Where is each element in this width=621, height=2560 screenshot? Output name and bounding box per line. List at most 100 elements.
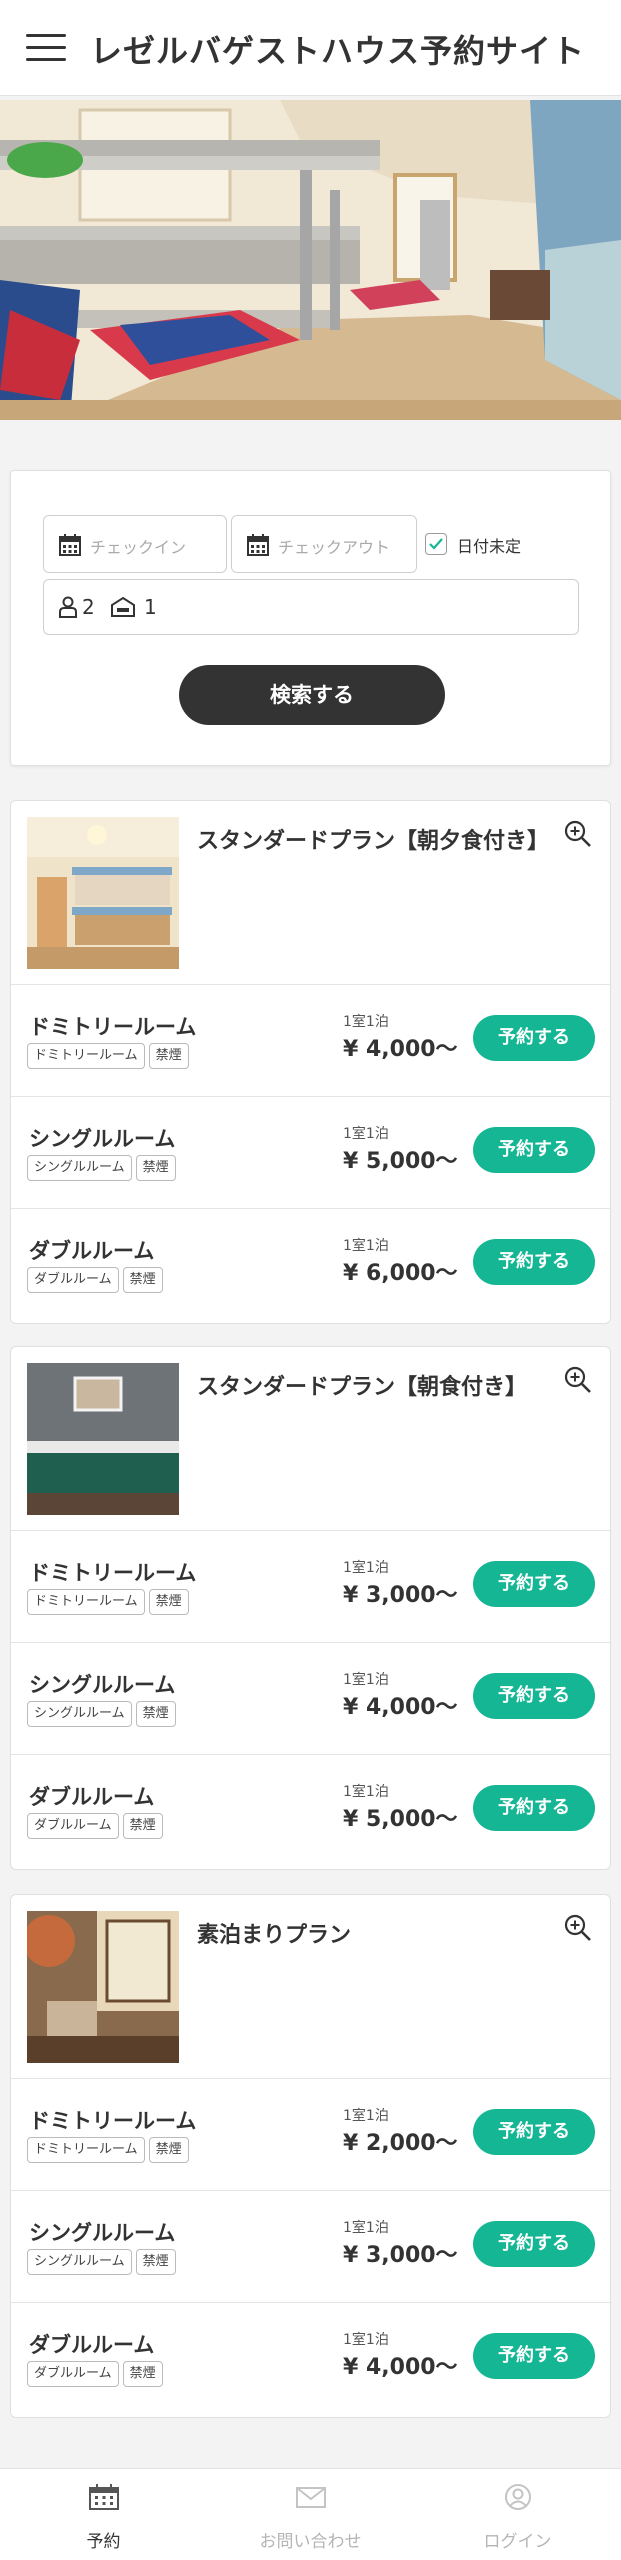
plan-image[interactable] — [27, 1363, 179, 1515]
book-button[interactable]: 予約する — [473, 1127, 595, 1173]
room-name: シングルルーム — [29, 2221, 176, 2245]
book-button[interactable]: 予約する — [473, 1561, 595, 1607]
per-night-label: 1室1泊 — [343, 1784, 389, 1800]
room-name: シングルルーム — [29, 1673, 176, 1697]
zoom-in-icon[interactable] — [563, 819, 593, 849]
room-name: ダブルルーム — [29, 1239, 155, 1263]
guests-rooms-field[interactable]: 2 1 — [43, 579, 579, 635]
checkout-field[interactable]: チェックアウト — [231, 515, 417, 573]
room-count: 1 — [144, 595, 157, 619]
room-price: ¥ 6,000〜 — [343, 1261, 458, 1286]
book-button[interactable]: 予約する — [473, 2333, 595, 2379]
room-tag: ドミトリールーム — [27, 1589, 145, 1615]
bottom-nav: 予約 お問い合わせ ログイン — [0, 2468, 621, 2560]
room-price: ¥ 4,000〜 — [343, 1037, 458, 1062]
plan-title: 素泊まりプラン — [197, 1923, 352, 1948]
per-night-label: 1室1泊 — [343, 1126, 389, 1142]
plan-header: 素泊まりプラン — [11, 1895, 610, 2079]
room-tag: 禁煙 — [122, 1267, 163, 1293]
calendar-icon — [247, 534, 269, 556]
book-button[interactable]: 予約する — [473, 1785, 595, 1831]
room-tags: ダブルルーム 禁煙 — [27, 1813, 167, 1839]
room-tag: 禁煙 — [148, 1043, 189, 1069]
per-night-label: 1室1泊 — [343, 1238, 389, 1254]
room-name: ドミトリールーム — [29, 1015, 197, 1039]
room-tag: ドミトリールーム — [27, 1043, 145, 1069]
room-price: ¥ 4,000〜 — [343, 1695, 458, 1720]
nav-reservation[interactable]: 予約 — [0, 2469, 207, 2560]
per-night-label: 1室1泊 — [343, 2220, 389, 2236]
room-tag: ダブルルーム — [27, 2361, 119, 2387]
nav-contact[interactable]: お問い合わせ — [207, 2469, 414, 2560]
plan-card: スタンダードプラン【朝食付き】 ドミトリールーム ドミトリールーム 禁煙 1室1泊 ¥ 3… — [10, 1346, 611, 1870]
date-undecided-label: 日付未定 — [457, 537, 522, 556]
room-row: シングルルーム シングルルーム 禁煙 1室1泊 ¥ 5,000〜 予約する — [11, 1097, 610, 1209]
room-tag: 禁煙 — [148, 2137, 189, 2163]
room-row: ダブルルーム ダブルルーム 禁煙 1室1泊 ¥ 4,000〜 予約する — [11, 2303, 610, 2415]
room-row: ダブルルーム ダブルルーム 禁煙 1室1泊 ¥ 5,000〜 予約する — [11, 1755, 610, 1867]
per-night-label: 1室1泊 — [343, 1014, 389, 1030]
nav-label: お問い合わせ — [259, 2532, 362, 2552]
zoom-in-icon[interactable] — [563, 1365, 593, 1395]
room-tags: ドミトリールーム 禁煙 — [27, 1589, 193, 1615]
room-price: ¥ 5,000〜 — [343, 1807, 458, 1832]
person-icon — [59, 596, 77, 618]
book-button[interactable]: 予約する — [473, 1673, 595, 1719]
room-tag: ダブルルーム — [27, 1267, 119, 1293]
per-night-label: 1室1泊 — [343, 2108, 389, 2124]
book-button[interactable]: 予約する — [473, 1239, 595, 1285]
room-name: シングルルーム — [29, 1127, 176, 1151]
date-undecided-checkbox[interactable] — [425, 533, 447, 555]
user-icon — [505, 2484, 531, 2510]
plan-header: スタンダードプラン【朝食付き】 — [11, 1347, 610, 1531]
room-tag: シングルルーム — [27, 1701, 132, 1727]
hamburger-menu-icon[interactable] — [26, 34, 66, 62]
room-price: ¥ 3,000〜 — [343, 2243, 458, 2268]
room-tag: シングルルーム — [27, 2249, 132, 2275]
room-row: ドミトリールーム ドミトリールーム 禁煙 1室1泊 ¥ 3,000〜 予約する — [11, 1531, 610, 1643]
search-button[interactable]: 検索する — [179, 665, 445, 725]
room-tag: 禁煙 — [122, 1813, 163, 1839]
plan-title: スタンダードプラン【朝食付き】 — [197, 1375, 528, 1400]
room-name: ダブルルーム — [29, 2333, 155, 2357]
room-row: ドミトリールーム ドミトリールーム 禁煙 1室1泊 ¥ 4,000〜 予約する — [11, 985, 610, 1097]
room-row: シングルルーム シングルルーム 禁煙 1室1泊 ¥ 3,000〜 予約する — [11, 2191, 610, 2303]
room-tag: ドミトリールーム — [27, 2137, 145, 2163]
checkin-field[interactable]: チェックイン — [43, 515, 227, 573]
check-icon — [429, 538, 443, 550]
bed-icon — [111, 596, 135, 617]
book-button[interactable]: 予約する — [473, 1015, 595, 1061]
plan-card: スタンダードプラン【朝夕食付き】 ドミトリールーム ドミトリールーム 禁煙 1室1泊 ¥ … — [10, 800, 611, 1324]
room-name: ドミトリールーム — [29, 1561, 197, 1585]
room-price: ¥ 4,000〜 — [343, 2355, 458, 2380]
site-title: レゼルバゲストハウス予約サイト — [90, 32, 586, 70]
plan-image[interactable] — [27, 817, 179, 969]
checkin-placeholder: チェックイン — [90, 538, 187, 557]
per-night-label: 1室1泊 — [343, 1672, 389, 1688]
room-tag: 禁煙 — [135, 2249, 176, 2275]
room-name: ドミトリールーム — [29, 2109, 197, 2133]
per-night-label: 1室1泊 — [343, 2332, 389, 2348]
hero-image — [0, 100, 621, 420]
room-tags: ドミトリールーム 禁煙 — [27, 2137, 193, 2163]
room-tag: シングルルーム — [27, 1155, 132, 1181]
search-panel: チェックイン チェックアウト 日付未定 2 1 検索する — [10, 470, 611, 766]
zoom-in-icon[interactable] — [563, 1913, 593, 1943]
plan-image[interactable] — [27, 1911, 179, 2063]
book-button[interactable]: 予約する — [473, 2109, 595, 2155]
room-row: ドミトリールーム ドミトリールーム 禁煙 1室1泊 ¥ 2,000〜 予約する — [11, 2079, 610, 2191]
room-tag: ダブルルーム — [27, 1813, 119, 1839]
room-tag: 禁煙 — [122, 2361, 163, 2387]
room-name: ダブルルーム — [29, 1785, 155, 1809]
nav-label: 予約 — [86, 2532, 121, 2552]
per-night-label: 1室1泊 — [343, 1560, 389, 1576]
nav-login[interactable]: ログイン — [414, 2469, 621, 2560]
room-tag: 禁煙 — [135, 1701, 176, 1727]
room-tags: ダブルルーム 禁煙 — [27, 2361, 167, 2387]
book-button[interactable]: 予約する — [473, 2221, 595, 2267]
room-tags: ダブルルーム 禁煙 — [27, 1267, 167, 1293]
room-price: ¥ 2,000〜 — [343, 2131, 458, 2156]
checkout-placeholder: チェックアウト — [278, 538, 391, 557]
plan-header: スタンダードプラン【朝夕食付き】 — [11, 801, 610, 985]
room-tag: 禁煙 — [148, 1589, 189, 1615]
